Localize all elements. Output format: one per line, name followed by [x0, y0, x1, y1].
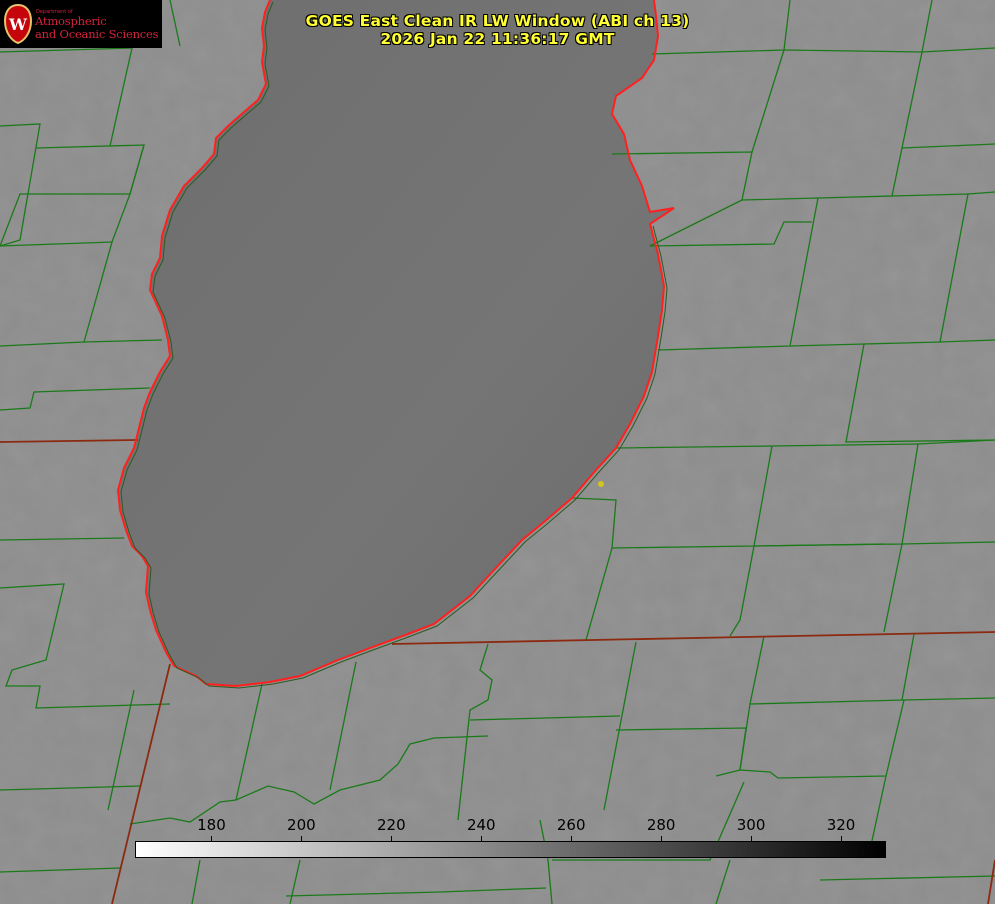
colorbar-tick-label: 300	[736, 816, 766, 834]
image-title: GOES East Clean IR LW Window (ABI ch 13)	[305, 12, 690, 30]
colorbar-tick-label: 200	[287, 816, 316, 834]
colorbar-tick-label: 220	[377, 816, 406, 834]
colorbar-ticks: 180 200 220 240 260 280 300 320	[0, 816, 995, 842]
colorbar-tick-label: 180	[197, 816, 226, 834]
satellite-map	[0, 0, 995, 904]
colorbar-tick-label: 240	[466, 816, 496, 834]
image-timestamp: 2026 Jan 22 11:36:17 GMT	[380, 30, 615, 48]
colorbar	[135, 841, 886, 858]
colorbar-tick-label: 260	[556, 816, 586, 834]
colorbar-tick-label: 320	[826, 816, 856, 834]
colorbar-tick-label: 280	[646, 816, 676, 834]
location-marker	[598, 481, 604, 487]
